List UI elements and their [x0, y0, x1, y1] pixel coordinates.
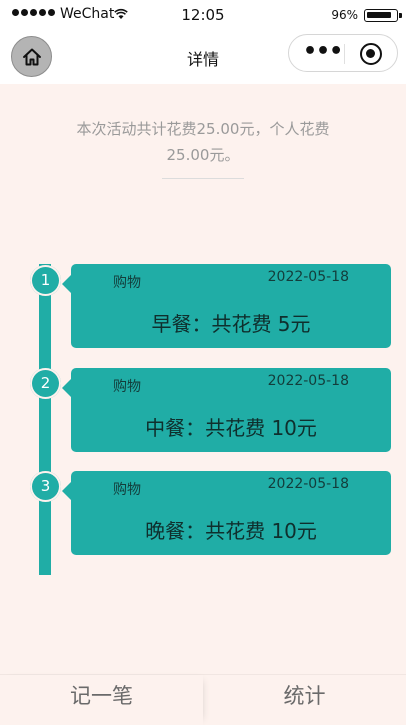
summary-divider: [162, 178, 244, 179]
expense-record-card[interactable]: 购物 2022-05-18 中餐：共花费 10元: [62, 368, 391, 452]
record-category: 购物: [113, 379, 141, 395]
record-category: 购物: [113, 275, 141, 291]
record-date: 2022-05-18: [267, 269, 349, 285]
timeline-step-number: 3: [30, 471, 61, 502]
timeline-step-number: 1: [30, 265, 61, 296]
record-date: 2022-05-18: [267, 476, 349, 492]
spending-summary: 本次活动共计花费25.00元，个人花费25.00元。: [76, 120, 330, 164]
tab-add-record[interactable]: 记一笔: [0, 675, 203, 725]
timeline-line: [39, 264, 51, 575]
record-description: 晚餐：共花费 10元: [145, 519, 317, 543]
nav-bar: 详情 •••: [0, 30, 406, 84]
expense-record-card[interactable]: 购物 2022-05-18 晚餐：共花费 10元: [62, 471, 391, 555]
close-mini-program-icon[interactable]: [360, 43, 382, 65]
battery-icon: [364, 9, 402, 22]
capsule-divider: [344, 44, 345, 64]
more-menu-icon[interactable]: •••: [303, 41, 343, 63]
tab-statistics[interactable]: 统计: [203, 675, 406, 725]
record-category: 购物: [113, 482, 141, 498]
bottom-tab-bar: 记一笔 统计: [0, 675, 406, 725]
record-date: 2022-05-18: [267, 373, 349, 389]
mini-program-capsule: •••: [288, 34, 398, 72]
expense-record-card[interactable]: 购物 2022-05-18 早餐：共花费 5元: [62, 264, 391, 348]
battery-percentage: 96%: [331, 8, 358, 22]
record-description: 中餐：共花费 10元: [145, 416, 317, 440]
timeline-step-number: 2: [30, 368, 61, 399]
status-bar: WeChat 12:05 96%: [0, 0, 406, 30]
record-description: 早餐：共花费 5元: [151, 312, 311, 336]
